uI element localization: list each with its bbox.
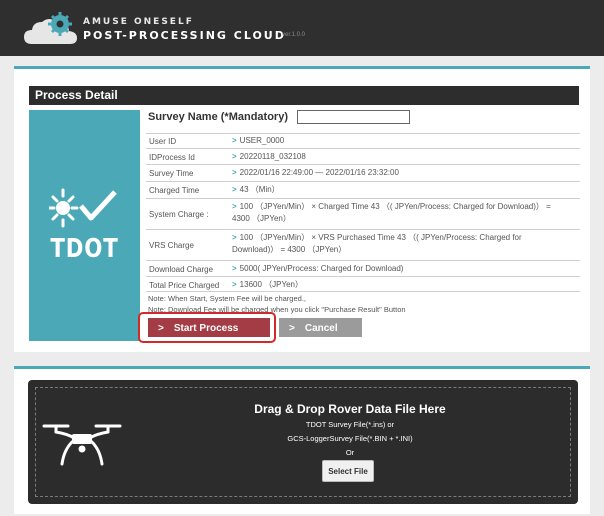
detail-row-vrs-charge: VRS Charge >100 （JPYen/Min） × VRS Purcha… [146, 229, 580, 260]
version-label: ver.1.0.0 [282, 32, 306, 38]
survey-name-input[interactable] [297, 110, 410, 124]
tdot-logo-text: TDOT [50, 234, 119, 264]
row-label: Survey Time [149, 169, 194, 178]
drop-zone-line-1: TDOT Survey File(*.ins) or [305, 420, 395, 429]
select-file-button[interactable]: Select File [322, 460, 374, 482]
row-label: User ID [149, 137, 177, 146]
detail-row-charged-time: Charged Time >43 （Min） [146, 181, 580, 198]
drop-zone-title: Drag & Drop Rover Data File Here [254, 402, 446, 416]
detail-row-survey-time: Survey Time >2022/01/16 22:49:00 — 2022/… [146, 164, 580, 181]
cancel-label: Cancel [304, 323, 338, 334]
row-value: >43 （Min） [232, 185, 280, 194]
chevron-right-icon: > [232, 185, 237, 194]
app-header: AMUSE ONESELF POST-PROCESSING CLOUD ver.… [0, 0, 604, 56]
tdot-logo-panel: TDOT [29, 110, 140, 341]
survey-name-label: Survey Name (*Mandatory) [148, 111, 288, 123]
row-value: >100 （JPYen/Min） × Charged Time 43 （( JP… [232, 202, 551, 223]
chevron-right-icon: > [232, 280, 237, 289]
cloud-gear-icon [24, 12, 77, 44]
detail-row-user-id: User ID > USER_0000 [146, 133, 580, 148]
row-value: >20220118_032108 [232, 152, 306, 161]
note-system-fee: Note: When Start, System Fee will be cha… [148, 294, 306, 303]
start-button-highlight [138, 312, 276, 343]
chevron-right-icon: > [232, 136, 237, 145]
row-label: VRS Charge [149, 241, 194, 250]
row-label: Download Charge [149, 265, 214, 274]
row-label: IDProcess Id [149, 153, 195, 162]
drop-zone-or: Or [345, 448, 355, 457]
detail-row-total-price: Total Price Charged >13600 （JPYen） [146, 276, 580, 292]
chevron-right-icon: > [232, 202, 237, 211]
chevron-right-icon: > [289, 323, 295, 334]
detail-row-process-id: IDProcess Id >20220118_032108 [146, 148, 580, 164]
row-label: Charged Time [149, 186, 200, 195]
brand-subtitle: AMUSE ONESELF [83, 17, 194, 27]
row-label: Total Price Charged [149, 281, 220, 290]
brand-title: POST-PROCESSING CLOUD [83, 29, 286, 42]
cancel-button[interactable]: > Cancel [279, 318, 362, 337]
chevron-right-icon: > [232, 233, 237, 242]
row-value: >2022/01/16 22:49:00 — 2022/01/16 23:32:… [232, 168, 399, 177]
row-value: > USER_0000 [232, 136, 285, 145]
row-value: >100 （JPYen/Min） × VRS Purchased Time 43… [232, 233, 522, 254]
chevron-right-icon: > [232, 152, 237, 161]
row-label: System Charge : [149, 210, 209, 219]
drop-zone-line-2: GCS-LoggerSurvey File(*.BIN + *.INI) [287, 434, 413, 443]
drone-icon [42, 424, 122, 466]
chevron-right-icon: > [232, 168, 237, 177]
chevron-right-icon: > [232, 264, 237, 273]
detail-row-download-charge: Download Charge >5000( JPYen/Process: Ch… [146, 260, 580, 276]
section-title: Process Detail [29, 86, 579, 105]
tdot-burst-check-icon [49, 188, 117, 228]
row-value: >13600 （JPYen） [232, 280, 303, 289]
detail-row-system-charge: System Charge : >100 （JPYen/Min） × Charg… [146, 198, 580, 229]
row-value: >5000( JPYen/Process: Charged for Downlo… [232, 264, 404, 273]
